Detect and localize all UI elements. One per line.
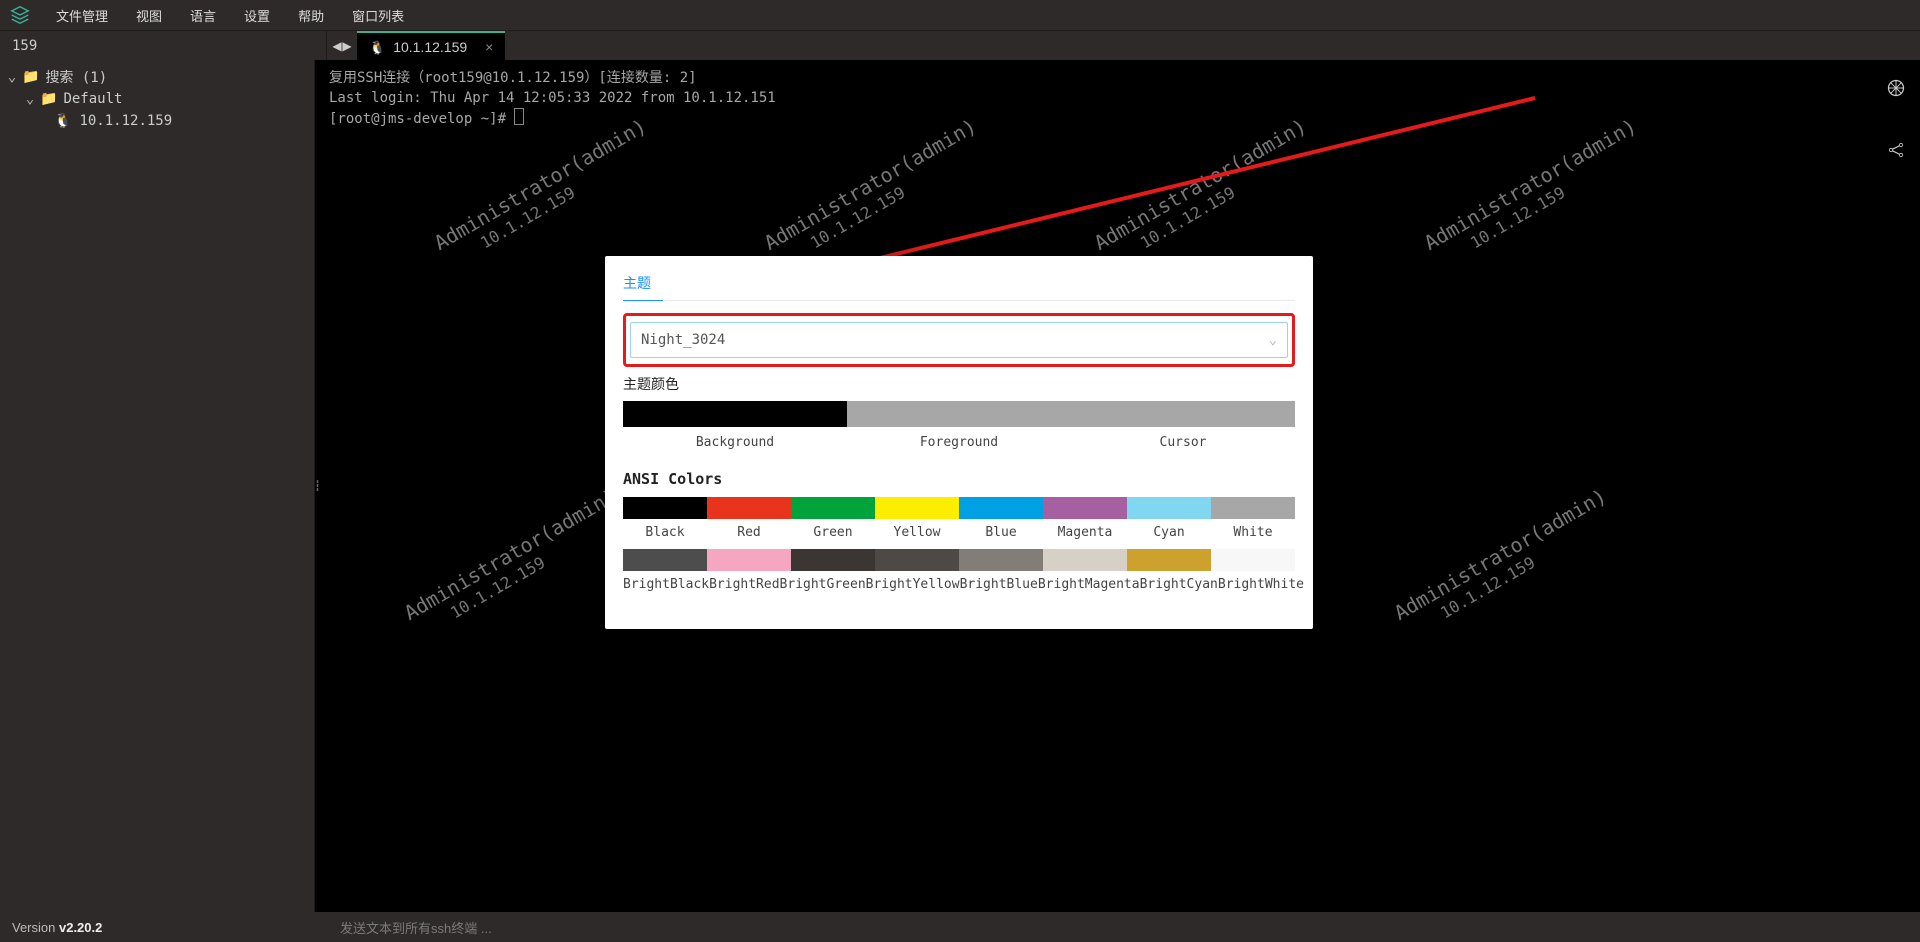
swatch-label: BrightWhite xyxy=(1218,571,1304,599)
swatch-background[interactable] xyxy=(623,401,847,427)
tree-host-label: 10.1.12.159 xyxy=(79,113,172,129)
tree-group-label: Default xyxy=(63,91,122,107)
modal-title: 主题 xyxy=(623,274,1295,294)
tree-root[interactable]: ⌄ 📁 搜索 (1) xyxy=(0,66,314,88)
version-label: Version v2.20.2 xyxy=(0,920,326,935)
swatch-black[interactable] xyxy=(623,497,707,519)
status-bar: Version v2.20.2 发送文本到所有ssh终端 ... xyxy=(0,912,1920,942)
linux-icon: 🐧 xyxy=(54,113,71,129)
swatch-label: Magenta xyxy=(1043,519,1127,547)
share-icon[interactable] xyxy=(1886,140,1906,166)
settings-wheel-icon[interactable] xyxy=(1886,78,1906,104)
tab-row: 159 ◀▶ 🐧 10.1.12.159 × xyxy=(0,30,1920,61)
swatch-label: Cyan xyxy=(1127,519,1211,547)
chevron-down-icon: ⌄ xyxy=(24,91,36,107)
swatch-label: BrightMagenta xyxy=(1038,571,1140,599)
swatch-brightyellow[interactable] xyxy=(875,549,959,571)
swatch-label: Cursor xyxy=(1071,427,1295,455)
ansi-swatch-row xyxy=(623,497,1295,519)
swatch-brightwhite[interactable] xyxy=(1211,549,1295,571)
menu-settings[interactable]: 设置 xyxy=(230,6,284,25)
swatch-green[interactable] xyxy=(791,497,875,519)
swatch-label: BrightGreen xyxy=(780,571,866,599)
terminal-tab[interactable]: 🐧 10.1.12.159 × xyxy=(357,31,505,61)
tree-group[interactable]: ⌄ 📁 Default xyxy=(0,88,314,110)
menu-bar: 文件管理 视图 语言 设置 帮助 窗口列表 xyxy=(0,0,1920,30)
sidebar-title: 159 xyxy=(0,31,327,61)
swatch-brightmagenta[interactable] xyxy=(1043,549,1127,571)
swatch-white[interactable] xyxy=(1211,497,1295,519)
swatch-blue[interactable] xyxy=(959,497,1043,519)
base-swatch-row xyxy=(623,401,1295,427)
theme-modal: 主题 Night_3024 ⌄ 主题颜色 Background Foregrou… xyxy=(605,256,1313,629)
swatch-magenta[interactable] xyxy=(1043,497,1127,519)
swatch-label: Foreground xyxy=(847,427,1071,455)
swatch-label: Green xyxy=(791,519,875,547)
swatch-label: Blue xyxy=(959,519,1043,547)
swatch-label: White xyxy=(1211,519,1295,547)
swatch-brightblue[interactable] xyxy=(959,549,1043,571)
swatch-label: BrightBlack xyxy=(623,571,709,599)
swatch-label: Black xyxy=(623,519,707,547)
tree-root-label: 搜索 (1) xyxy=(45,67,107,87)
menu-windows[interactable]: 窗口列表 xyxy=(338,6,418,25)
broadcast-input[interactable]: 发送文本到所有ssh终端 ... xyxy=(326,918,1920,937)
sidebar: ⌄ 📁 搜索 (1) ⌄ 📁 Default 🐧 10.1.12.159 xyxy=(0,60,315,912)
menu-help[interactable]: 帮助 xyxy=(284,6,338,25)
menu-view[interactable]: 视图 xyxy=(122,6,176,25)
chevron-down-icon: ⌄ xyxy=(1269,330,1277,350)
menu-language[interactable]: 语言 xyxy=(176,6,230,25)
tree-host[interactable]: 🐧 10.1.12.159 xyxy=(0,110,314,132)
ansi-bright-swatch-row xyxy=(623,549,1295,571)
swatch-brightred[interactable] xyxy=(707,549,791,571)
swatch-brightgreen[interactable] xyxy=(791,549,875,571)
swatch-label: BrightCyan xyxy=(1140,571,1218,599)
swatch-brightcyan[interactable] xyxy=(1127,549,1211,571)
swatch-brightblack[interactable] xyxy=(623,549,707,571)
swatch-foreground[interactable] xyxy=(847,401,1071,427)
chevron-down-icon: ⌄ xyxy=(6,69,18,85)
swatch-label: Background xyxy=(623,427,847,455)
app-logo xyxy=(8,3,32,27)
sidebar-splitter[interactable]: ┇ xyxy=(314,60,320,912)
annotation-highlight: Night_3024 ⌄ xyxy=(623,313,1295,367)
swatch-label: BrightRed xyxy=(709,571,779,599)
theme-color-label: 主题颜色 xyxy=(623,375,1295,395)
swatch-label: Yellow xyxy=(875,519,959,547)
swatch-yellow[interactable] xyxy=(875,497,959,519)
close-icon[interactable]: × xyxy=(485,39,493,55)
folder-icon: 📁 xyxy=(22,69,39,85)
terminal-output: 复用SSH连接（root159@10.1.12.159）[连接数量: 2] La… xyxy=(329,68,776,129)
swatch-cyan[interactable] xyxy=(1127,497,1211,519)
swatch-label: BrightBlue xyxy=(960,571,1038,599)
terminal[interactable]: 复用SSH连接（root159@10.1.12.159）[连接数量: 2] La… xyxy=(315,60,1920,912)
ansi-title: ANSI Colors xyxy=(623,469,1295,489)
swatch-cursor[interactable] xyxy=(1071,401,1295,427)
folder-icon: 📁 xyxy=(40,91,57,107)
linux-icon: 🐧 xyxy=(369,41,385,54)
swatch-label: Red xyxy=(707,519,791,547)
menu-file[interactable]: 文件管理 xyxy=(42,6,122,25)
tab-label: 10.1.12.159 xyxy=(393,39,467,55)
theme-select-value: Night_3024 xyxy=(641,330,725,350)
theme-select[interactable]: Night_3024 ⌄ xyxy=(630,322,1288,358)
swatch-red[interactable] xyxy=(707,497,791,519)
tab-nav-arrows[interactable]: ◀▶ xyxy=(327,31,357,61)
swatch-label: BrightYellow xyxy=(866,571,960,599)
